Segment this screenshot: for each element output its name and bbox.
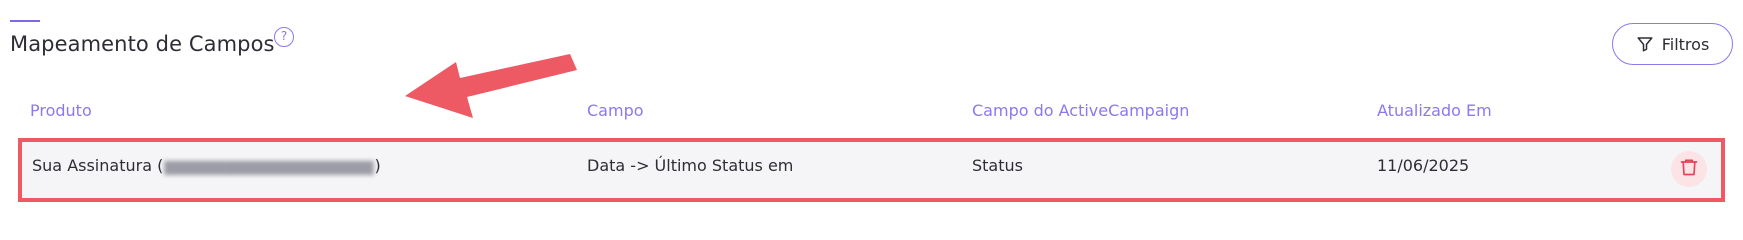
annotation-arrow bbox=[405, 54, 577, 118]
page-title: Mapeamento de Campos bbox=[10, 32, 275, 56]
column-header-campo-activecampaign[interactable]: Campo do ActiveCampaign bbox=[972, 101, 1189, 120]
redacted-identifier: ▆▆▆▆▆▆▆▆▆▆▆▆▆▆▆▆▆ bbox=[164, 156, 374, 175]
filters-button-label: Filtros bbox=[1661, 34, 1710, 54]
column-header-atualizado-em[interactable]: Atualizado Em bbox=[1377, 101, 1492, 120]
column-header-campo[interactable]: Campo bbox=[587, 101, 644, 120]
column-header-produto[interactable]: Produto bbox=[30, 101, 92, 120]
filters-button[interactable]: Filtros bbox=[1612, 23, 1733, 65]
filter-icon bbox=[1636, 35, 1654, 53]
trash-icon bbox=[1679, 157, 1699, 181]
question-circle-icon[interactable]: ? bbox=[274, 27, 294, 47]
cell-campo-activecampaign: Status bbox=[972, 156, 1023, 175]
produto-suffix: ) bbox=[374, 156, 381, 175]
cell-atualizado-em: 11/06/2025 bbox=[1377, 156, 1470, 175]
field-mapping-panel: Mapeamento de Campos ? Filtros Produto C… bbox=[0, 0, 1743, 223]
title-accent-bar bbox=[10, 20, 40, 22]
delete-button[interactable] bbox=[1671, 151, 1707, 187]
produto-name: Sua Assinatura ( bbox=[32, 156, 164, 175]
cell-produto: Sua Assinatura (▆▆▆▆▆▆▆▆▆▆▆▆▆▆▆▆▆) bbox=[32, 156, 381, 175]
cell-campo: Data -> Último Status em bbox=[587, 156, 794, 175]
